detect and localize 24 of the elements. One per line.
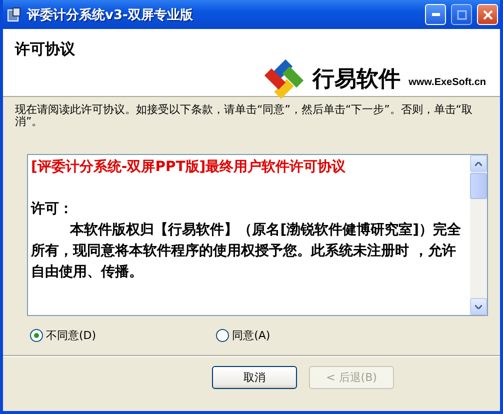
window-title: 评委计分系统v3-双屏专业版 <box>27 6 194 24</box>
logo-icon <box>262 58 305 100</box>
scrollbar[interactable] <box>470 155 487 315</box>
close-button[interactable] <box>477 4 498 25</box>
maximize-button[interactable] <box>451 4 472 25</box>
instruction-text: 现在请阅读此许可协议。如接受以下条款，请单击“同意”，然后单击“下一步”。否则，单击“取消”。 <box>15 104 474 128</box>
radio-option[interactable]: 同意(A) <box>216 326 270 344</box>
scroll-thumb[interactable] <box>470 173 487 199</box>
minimize-icon <box>432 13 440 16</box>
minimize-button[interactable] <box>425 4 446 25</box>
brand-name: 行易软件 <box>312 66 401 94</box>
close-icon <box>482 10 492 20</box>
license-heading: [评委计分系统-双屏PPT版]最终用户软件许可协议 <box>31 158 347 177</box>
license-paragraph: 本软件版权归【行易软件】（原名[渤锐软件健博研究室]）完全所有，现同意将本软件程序的使用权授予您。此系统未注册时 ，允许自由使用、传播。 <box>31 220 462 282</box>
maximize-icon <box>456 10 466 20</box>
scroll-down-button[interactable] <box>470 298 487 315</box>
dialog-button[interactable]: 取消 <box>212 366 297 389</box>
radio-option[interactable]: 不同意(D) <box>30 326 96 344</box>
website-text: www.ExeSoft.cn <box>408 76 486 88</box>
scroll-up-button[interactable] <box>470 155 487 172</box>
page-title: 许可协议 <box>15 40 75 58</box>
app-icon <box>6 6 22 22</box>
license-text-box[interactable]: [评委计分系统-双屏PPT版]最终用户软件许可协议 许可： 本软件版权归【行易软件】（原名[渤锐软件健博研究室]）完全所有，现同意将本软件程序的使用权授予您。此系统未注册时 ，允许自由使用、传播。 <box>27 154 488 316</box>
section-label: 许可： <box>31 200 74 219</box>
